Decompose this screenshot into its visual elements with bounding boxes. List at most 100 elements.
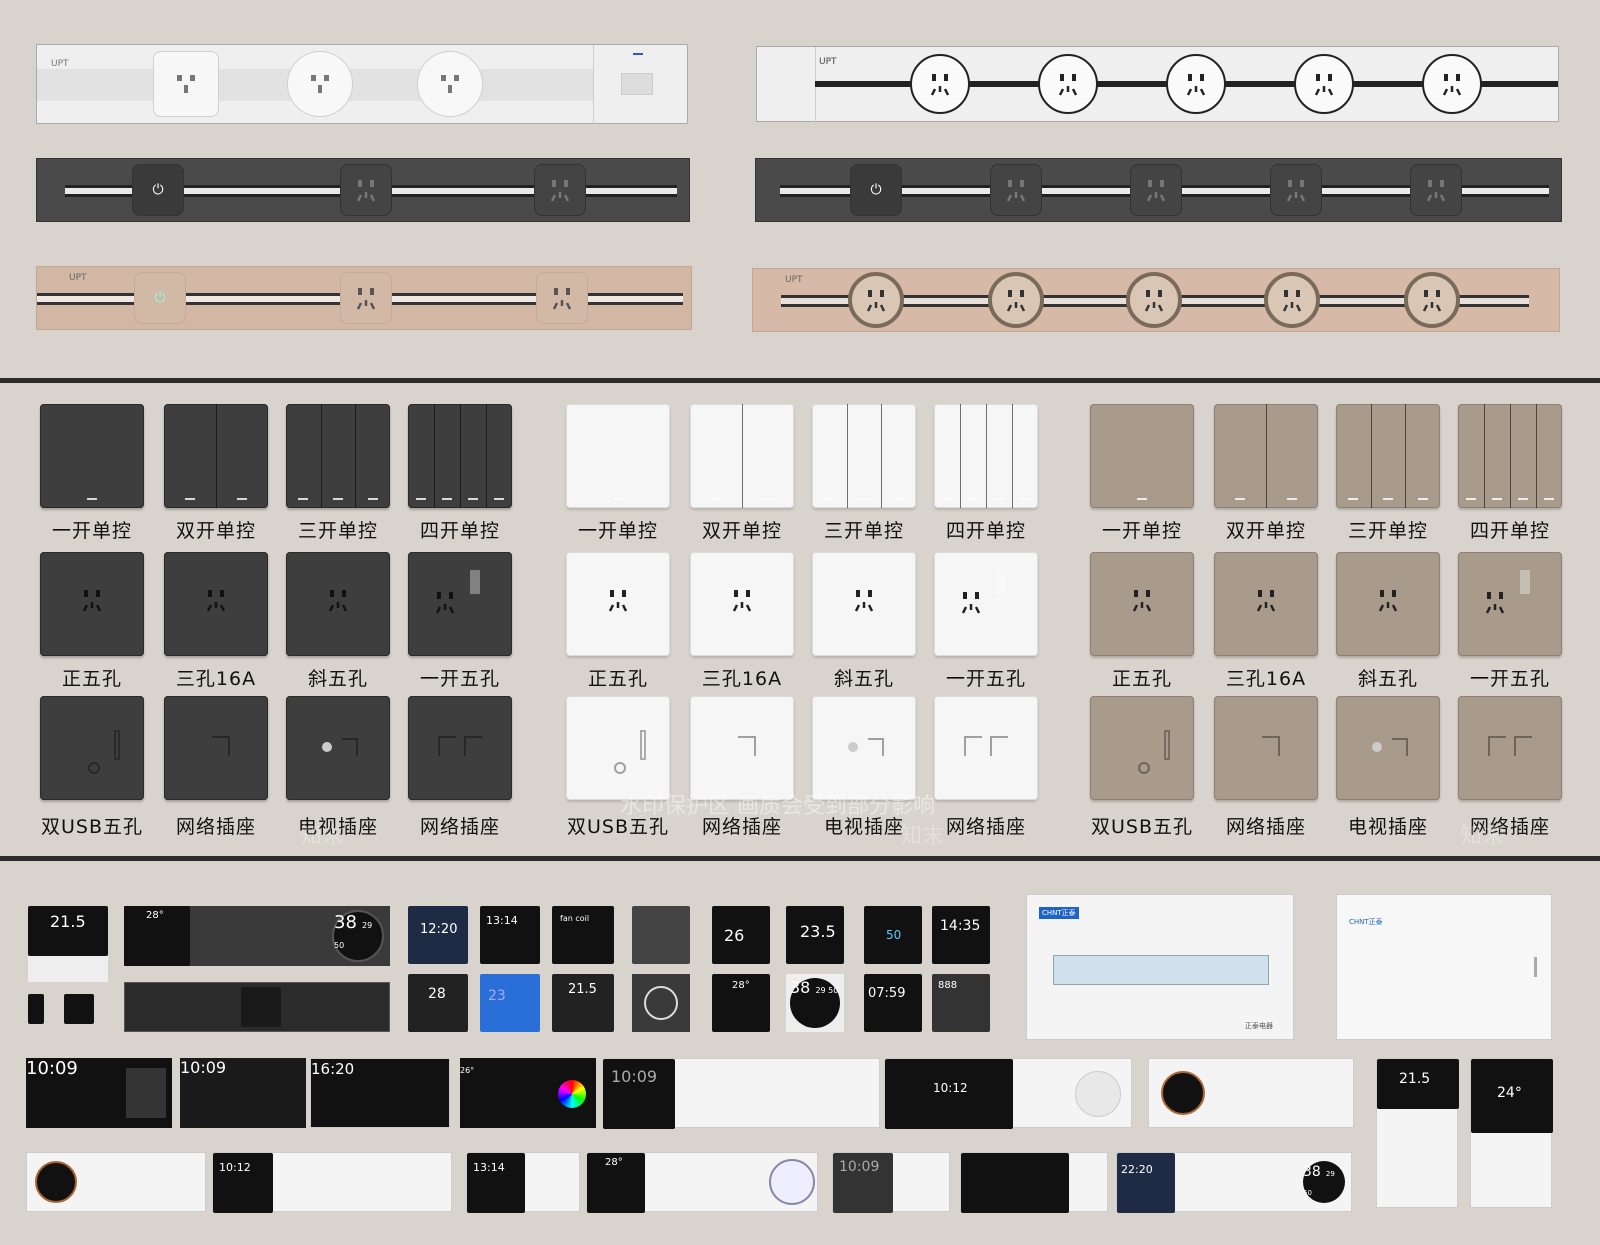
clock-screen[interactable]: 13:14: [480, 906, 540, 964]
switch-panel[interactable]: [164, 404, 268, 508]
special-panel[interactable]: [164, 696, 268, 800]
special-panel[interactable]: [690, 696, 794, 800]
socket-panel[interactable]: [1214, 552, 1318, 656]
switch-label: 双开单控: [701, 520, 782, 542]
round-socket: [1038, 54, 1098, 114]
special-panel[interactable]: [1214, 696, 1318, 800]
socket-label: 斜五孔: [307, 668, 368, 690]
clock-screen[interactable]: 12:20: [408, 906, 468, 964]
track-brand: UPT: [51, 59, 69, 69]
gauge-screen[interactable]: 50: [864, 906, 922, 964]
socket-panel[interactable]: [164, 552, 268, 656]
square-socket: [1130, 164, 1182, 216]
switch-label: 四开单控: [419, 520, 500, 542]
white-track-left: UPT: [36, 44, 688, 125]
track-brand: UPT: [69, 273, 87, 283]
socket-panel[interactable]: [1458, 552, 1562, 656]
switch-panel[interactable]: [1336, 404, 1440, 508]
temp-screen[interactable]: 21.5: [552, 974, 614, 1032]
wide-panel: 22:20 38 29 50: [1116, 1152, 1352, 1213]
round-socket: [287, 51, 353, 117]
square-socket: [153, 51, 219, 117]
socket-panel[interactable]: [812, 552, 916, 656]
power-button: ⏻: [132, 164, 184, 216]
round-thermostat[interactable]: 38 29 50: [332, 910, 384, 962]
weather-panel[interactable]: 16:20: [310, 1058, 450, 1128]
thermostat-screen[interactable]: 21.5: [28, 906, 108, 956]
temp-screen[interactable]: 28: [408, 974, 468, 1032]
wide-panel: [960, 1152, 1108, 1213]
special-panel[interactable]: [1090, 696, 1194, 800]
socket-panel[interactable]: [286, 552, 390, 656]
switch-panel[interactable]: [1090, 404, 1194, 508]
switch-panel[interactable]: [934, 404, 1038, 508]
round-socket: [1264, 272, 1320, 328]
switch-panel[interactable]: [286, 404, 390, 508]
watermark-logo: 知末: [900, 824, 945, 849]
clock-screen[interactable]: 14:35: [932, 906, 990, 964]
fan-coil-screen[interactable]: fan coil: [552, 906, 614, 964]
power-button: ⏻: [134, 272, 186, 324]
vertical-panel: 21.5: [1376, 1058, 1459, 1208]
temp-screen[interactable]: 26: [712, 906, 770, 964]
mini-screen[interactable]: [28, 994, 44, 1024]
power-button: ⏻: [850, 164, 902, 216]
switch-label: 三开单控: [297, 520, 378, 542]
round-socket: [1126, 272, 1182, 328]
mini-screen[interactable]: [64, 994, 94, 1024]
socket-panel[interactable]: [566, 552, 670, 656]
switch-label: 双开单控: [1225, 520, 1306, 542]
square-socket: [534, 164, 586, 216]
home-screen-panel[interactable]: 10:09: [26, 1058, 172, 1128]
watermark-text: 水印保护区 画质会受到部分影响: [620, 794, 935, 819]
switch-panel[interactable]: [812, 404, 916, 508]
special-panel[interactable]: [812, 696, 916, 800]
switch-panel[interactable]: [1214, 404, 1318, 508]
switch-label: 一开单控: [577, 520, 658, 542]
socket-panel[interactable]: [408, 552, 512, 656]
special-panel[interactable]: [408, 696, 512, 800]
socket-label: 一开五孔: [945, 668, 1026, 690]
breaker-brand: CHNT正泰: [1349, 918, 1383, 926]
socket-panel[interactable]: [934, 552, 1038, 656]
round-socket: [910, 54, 970, 114]
socket-panel[interactable]: [1090, 552, 1194, 656]
switch-panel[interactable]: [408, 404, 512, 508]
scene-panel-long-dark: [124, 982, 390, 1032]
temp-screen[interactable]: 28°: [712, 974, 770, 1032]
round-socket: [1404, 272, 1460, 328]
switch-label: 双开单控: [175, 520, 256, 542]
smart-hub-panel[interactable]: 26°: [460, 1058, 596, 1128]
special-panel[interactable]: [934, 696, 1038, 800]
socket-panel[interactable]: [1336, 552, 1440, 656]
lcd-blue-screen[interactable]: 23: [480, 974, 540, 1032]
socket-label: 三孔16A: [175, 668, 257, 690]
switch-panel[interactable]: [1458, 404, 1562, 508]
socket-panel[interactable]: [40, 552, 144, 656]
switch-panel[interactable]: [40, 404, 144, 508]
vertical-panel: 24°: [1470, 1058, 1553, 1208]
socket-panel[interactable]: [690, 552, 794, 656]
special-panel[interactable]: [40, 696, 144, 800]
lcd-screen[interactable]: [632, 906, 690, 964]
round-dial-panel[interactable]: [632, 974, 690, 1032]
special-panel[interactable]: [566, 696, 670, 800]
switch-panel[interactable]: [690, 404, 794, 508]
scene-panel-long: 28° 38 29 50: [124, 906, 390, 966]
home-screen-panel[interactable]: 10:09: [180, 1058, 306, 1128]
round-thermostat[interactable]: 38 29 50: [786, 974, 844, 1032]
wide-panel: [1148, 1058, 1354, 1128]
socket-label: 三孔16A: [701, 668, 783, 690]
switch-panel[interactable]: [566, 404, 670, 508]
special-panel[interactable]: [1336, 696, 1440, 800]
special-label: 网络插座: [1225, 816, 1306, 838]
temp-screen[interactable]: 23.5: [786, 906, 844, 964]
weather-screen[interactable]: 07:59: [864, 974, 922, 1032]
special-panel[interactable]: [1458, 696, 1562, 800]
special-label: 双USB五孔: [1090, 816, 1193, 838]
special-panel[interactable]: [286, 696, 390, 800]
wide-panel: 10:09: [602, 1058, 880, 1129]
socket-label: 正五孔: [61, 668, 122, 690]
wide-panel: 10:12: [212, 1152, 452, 1213]
lcd-screen[interactable]: 888: [932, 974, 990, 1032]
